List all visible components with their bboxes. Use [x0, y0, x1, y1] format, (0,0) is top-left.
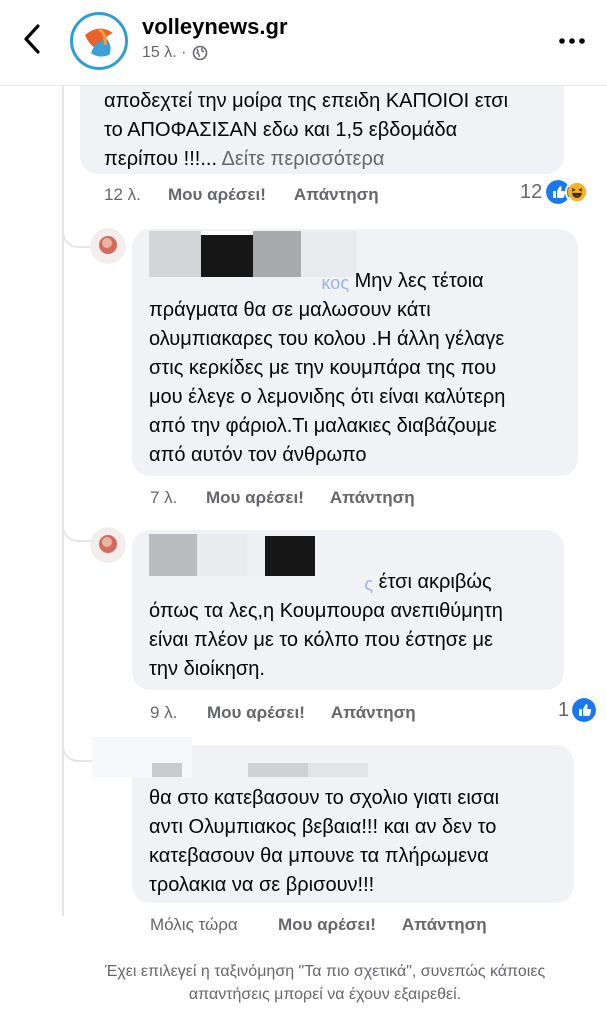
avatar-image: [90, 527, 126, 563]
page-avatar[interactable]: [70, 12, 128, 70]
see-more-link[interactable]: Δείτε περισσότερα: [221, 148, 384, 170]
reply-button[interactable]: Απάντηση: [294, 185, 379, 205]
comment-bubble: θα στο κατεβασουν το σχολιο γιατι εισαι …: [92, 737, 574, 903]
reply-button[interactable]: Απάντηση: [330, 488, 415, 508]
avatar-image: [90, 228, 126, 264]
reaction-summary[interactable]: 12: [520, 180, 590, 204]
like-reaction-icon: [572, 698, 597, 722]
like-button[interactable]: Μου αρέσει!: [206, 488, 304, 508]
comment-text: θα στο κατεβασουν το σχολιο γιατι εισαι …: [149, 787, 500, 896]
comment-time: 9 λ.: [150, 703, 178, 722]
comment-actions: 7 λ. Μου αρέσει! Απάντηση: [150, 488, 415, 508]
comment-text: ς έτσι ακριβώς όπως τα λες,η Κουμπουρα α…: [149, 570, 503, 680]
comment-actions: Μόλις τώρα Μου αρέσει! Απάντηση: [150, 915, 487, 935]
comment-time: Μόλις τώρα: [150, 915, 238, 934]
comment-bubble: ς έτσι ακριβώς όπως τα λες,η Κουμπουρα α…: [132, 530, 564, 690]
comment-bubble: κος Μην λες τέτοια πράγματα θα σε μαλωσο…: [132, 229, 578, 476]
post-meta: 15 λ. ·: [142, 44, 208, 62]
comment-text: κος Μην λες τέτοια πράγματα θα σε μαλωσο…: [149, 269, 506, 466]
more-dots-icon[interactable]: [557, 26, 587, 56]
sorting-notice: Έχει επιλεγεί η ταξινόμηση "Τα πιο σχετι…: [104, 963, 546, 1003]
reaction-summary[interactable]: 1: [558, 698, 597, 722]
like-button[interactable]: Μου αρέσει!: [207, 703, 305, 723]
thread-line: [62, 86, 64, 916]
mention-tag[interactable]: ς: [149, 570, 373, 596]
comment-text: αποδεχτεί την μοίρα της επειδη ΚΑΠΟΙΟΙ ε…: [104, 90, 509, 170]
blurred-commenter-name: [92, 737, 392, 777]
commenter-avatar[interactable]: [90, 527, 126, 563]
reply-button[interactable]: Απάντηση: [331, 703, 416, 723]
reply-button[interactable]: Απάντηση: [402, 915, 487, 935]
chevron-left-icon[interactable]: [18, 22, 48, 56]
globe-icon: [193, 45, 208, 61]
comment-actions: 9 λ. Μου αρέσει! Απάντηση: [150, 703, 416, 723]
mention-tag[interactable]: κος: [149, 269, 349, 295]
volleyball-logo-icon: [77, 19, 121, 63]
comment-time: 7 λ.: [150, 488, 178, 507]
like-button[interactable]: Μου αρέσει!: [168, 185, 266, 205]
post-header: volleynews.gr 15 λ. ·: [0, 0, 607, 86]
like-button[interactable]: Μου αρέσει!: [278, 915, 376, 935]
reply-connector: [62, 732, 96, 762]
page-name[interactable]: volleynews.gr: [142, 14, 288, 40]
post-time: 15 λ. ·: [142, 44, 187, 61]
reaction-count: 1: [558, 698, 570, 721]
comment-actions: 12 λ. Μου αρέσει! Απάντηση: [104, 185, 379, 205]
comment-time: 12 λ.: [104, 185, 141, 204]
reaction-count: 12: [520, 180, 543, 203]
commenter-avatar[interactable]: [90, 228, 126, 264]
haha-reaction-icon: [565, 180, 590, 204]
